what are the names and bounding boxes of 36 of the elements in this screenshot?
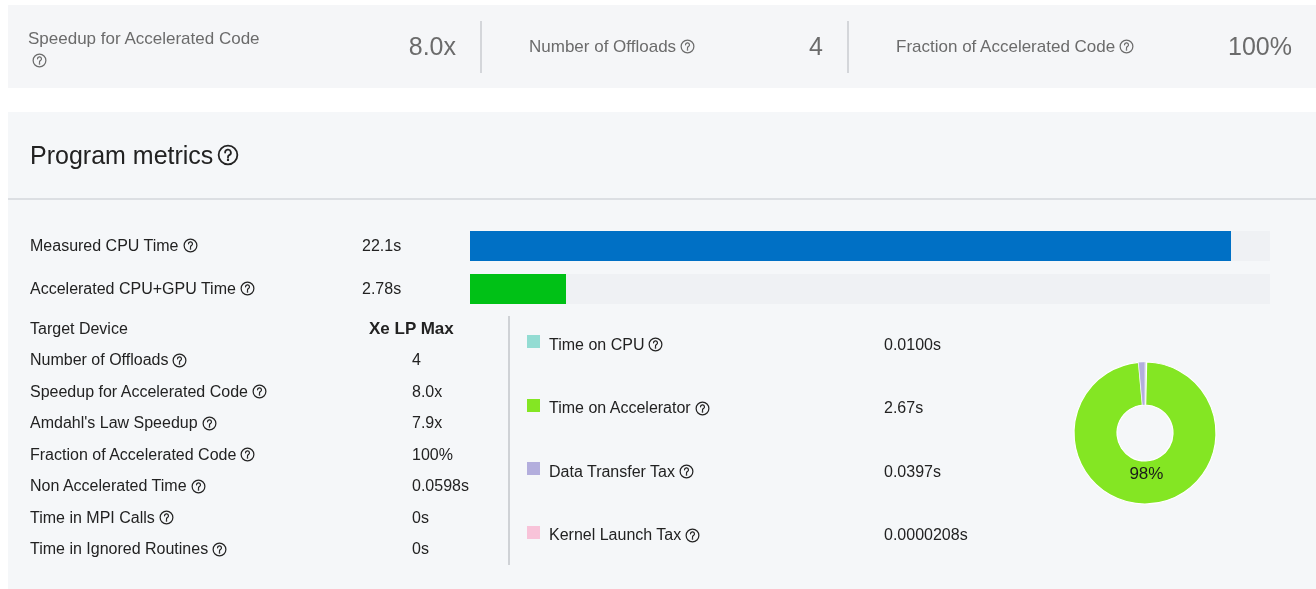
metric-label: Number of Offloads [30, 351, 169, 370]
metric-value: 0.0100s [884, 335, 942, 354]
metric-label: Fraction of Accelerated Code [30, 445, 237, 464]
stat-value: 8.0x [408, 32, 456, 61]
legend-label: Kernel Launch Tax [549, 526, 682, 545]
legend-label: Data Transfer Tax [549, 462, 675, 481]
stat-value: 100% [1228, 32, 1292, 61]
metric-label: Target Device [30, 319, 128, 338]
stat-label: Speedup for Accelerated Code [28, 27, 260, 50]
stat-value: 4 [809, 32, 823, 61]
slice-label: 98% [1129, 464, 1164, 484]
metric-value: 0.0000208s [884, 526, 969, 545]
metric-label: Accelerated CPU+GPU Time [30, 279, 236, 298]
metric-value: 0s [411, 540, 430, 559]
metric-value: Xe LP Max [368, 318, 455, 339]
metric-label: Amdahl's Law Speedup [30, 414, 198, 433]
metric-value: 22.1s [362, 236, 403, 255]
metric-label: Non Accelerated Time [30, 477, 187, 496]
metric-value: 0s [411, 508, 430, 527]
legend-label: Time on CPU [549, 335, 645, 354]
metric-value: 0.0397s [884, 462, 942, 481]
metric-value: 2.78s [362, 279, 403, 298]
metric-value: 100% [411, 445, 454, 464]
metric-label: Time in MPI Calls [30, 508, 155, 527]
metric-label: Measured CPU Time [30, 236, 179, 255]
metric-value: 2.67s [884, 399, 925, 418]
stat-label: Fraction of Accelerated Code [896, 36, 1116, 57]
metric-value: 8.0x [411, 382, 444, 401]
metric-label: Time in Ignored Routines [30, 540, 209, 559]
metric-value: 0.0598s [411, 477, 470, 496]
metric-label: Speedup for Accelerated Code [30, 382, 248, 401]
stat-label: Number of Offloads [529, 36, 677, 57]
legend-label: Time on Accelerator [549, 399, 691, 418]
panel-title: Program metrics [30, 140, 214, 170]
metric-value: 4 [411, 351, 422, 370]
metric-value: 7.9x [411, 414, 444, 433]
